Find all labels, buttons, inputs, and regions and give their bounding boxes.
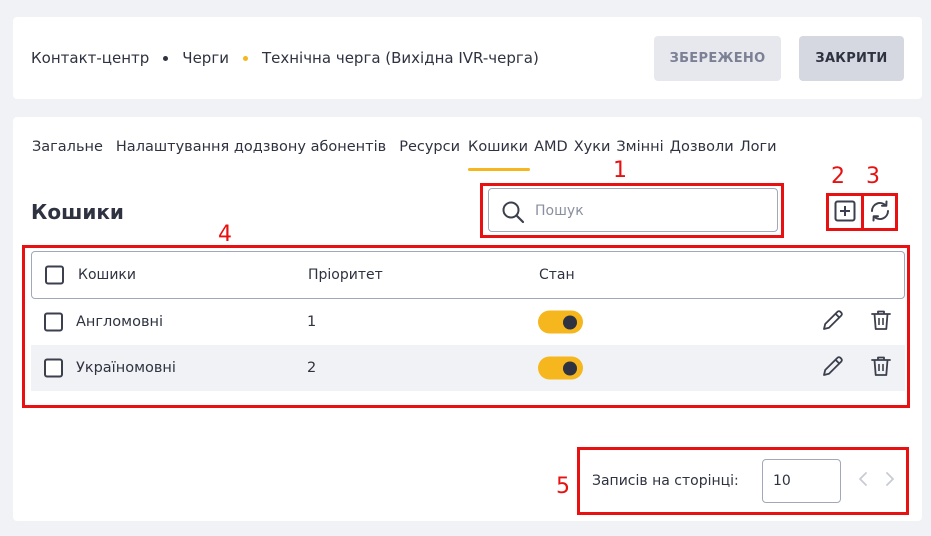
tab-permissions[interactable]: Дозволи xyxy=(670,139,734,171)
annotation-box-pagination xyxy=(577,447,909,515)
annotation-box-search xyxy=(480,183,784,238)
annotation-number: 2 xyxy=(831,164,845,189)
breadcrumb-separator xyxy=(163,55,169,61)
tab-resources[interactable]: Ресурси xyxy=(399,139,460,171)
breadcrumb-item-queues[interactable]: Черги xyxy=(182,49,229,67)
annotation-box-table xyxy=(22,245,910,408)
tab-baskets[interactable]: Кошики xyxy=(468,139,531,171)
page-title: Кошики xyxy=(31,200,124,224)
annotation-box-refresh xyxy=(861,193,898,231)
breadcrumb: Контакт-центр Черги Технічна черга (Вихі… xyxy=(31,49,539,67)
breadcrumb-item-current-queue: Технічна черга (Вихідна IVR-черга) xyxy=(261,49,539,67)
breadcrumb-separator xyxy=(242,55,248,61)
tab-amd[interactable]: AMD xyxy=(534,139,568,171)
top-bar: Контакт-центр Черги Технічна черга (Вихі… xyxy=(13,17,922,99)
tab-hooks[interactable]: Хуки xyxy=(574,139,611,171)
annotation-number: 5 xyxy=(556,474,570,499)
annotation-number: 1 xyxy=(613,158,627,183)
tab-general[interactable]: Загальне xyxy=(32,139,103,171)
close-button[interactable]: ЗАКРИТИ xyxy=(799,36,904,81)
annotation-box-add xyxy=(826,193,864,231)
tab-logs[interactable]: Логи xyxy=(740,139,777,171)
annotation-number: 4 xyxy=(218,222,232,247)
breadcrumb-item-contact-center[interactable]: Контакт-центр xyxy=(31,49,149,67)
tab-dialing-settings[interactable]: Налаштування додзвону абонентів xyxy=(116,139,386,171)
tab-bar: Загальне Налаштування додзвону абонентів… xyxy=(32,139,783,171)
annotation-number: 3 xyxy=(866,164,880,189)
saved-button[interactable]: ЗБЕРЕЖЕНО xyxy=(654,36,781,81)
